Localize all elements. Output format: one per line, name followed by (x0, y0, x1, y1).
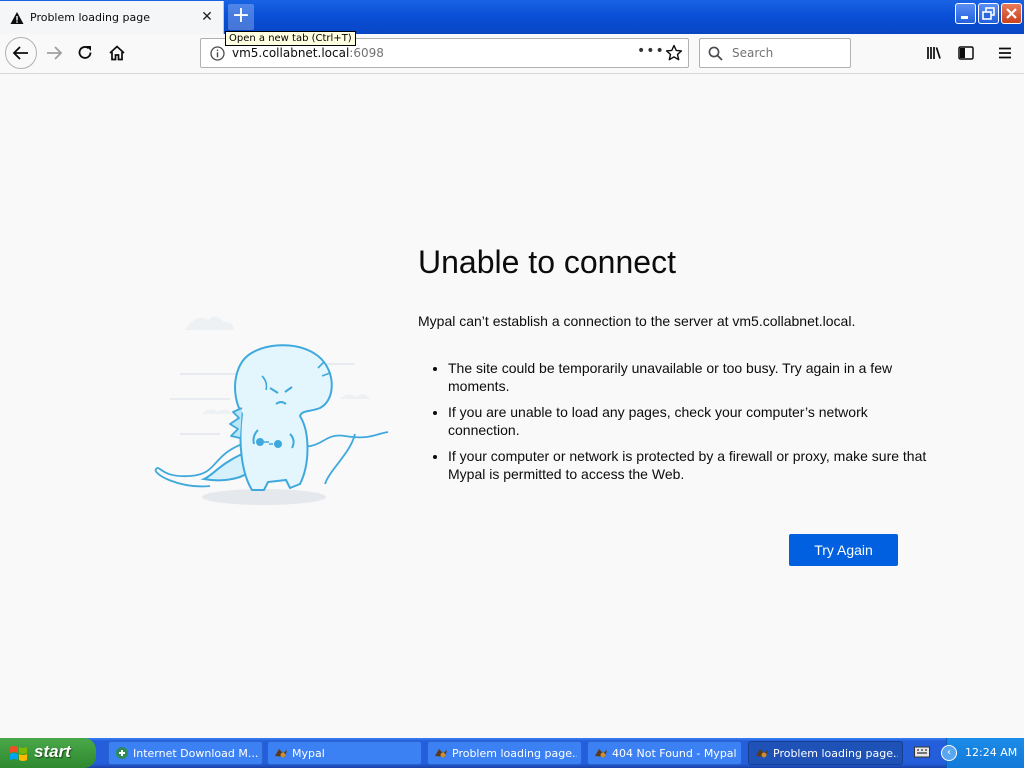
search-bar[interactable] (699, 38, 851, 68)
try-again-button[interactable]: Try Again (789, 534, 898, 566)
error-description: Mypal can’t establish a connection to th… (418, 313, 856, 329)
clock: 12:24 AM (965, 746, 1018, 759)
search-icon (708, 46, 723, 61)
close-window-button[interactable] (1001, 3, 1022, 24)
mypal-icon (435, 749, 447, 758)
restore-icon (982, 7, 995, 20)
taskbar: start Internet Download M... Mypal Probl… (0, 738, 1024, 768)
mypal-icon (595, 749, 607, 758)
taskbar-item-label: Problem loading page... (452, 747, 577, 760)
library-button[interactable] (920, 39, 948, 67)
taskbar-item-label: 404 Not Found - Mypal (612, 747, 737, 760)
restore-window-button[interactable] (978, 3, 999, 24)
taskbar-item-problem-loading[interactable]: Problem loading page... (427, 741, 582, 765)
taskbar-item-mypal[interactable]: Mypal (267, 741, 422, 765)
error-title: Unable to connect (418, 244, 676, 280)
url-host: vm5.collabnet.local (232, 46, 350, 60)
taskbar-item-problem-loading-active[interactable]: Problem loading page... (748, 741, 903, 765)
keyboard-icon[interactable] (914, 746, 930, 758)
back-button[interactable] (5, 37, 37, 69)
library-icon (927, 47, 941, 59)
taskbar-item-label: Internet Download M... (133, 747, 258, 760)
url-port: :6098 (349, 46, 384, 60)
tab-strip: Problem loading page ✕ + (0, 0, 1024, 34)
home-icon (109, 45, 125, 61)
tab-title: Problem loading page (30, 11, 150, 24)
suggestion-item: The site could be temporarily unavailabl… (448, 359, 938, 395)
taskbar-item-label: Problem loading page... (773, 747, 898, 760)
menu-button[interactable] (991, 39, 1019, 67)
taskbar-item-404[interactable]: 404 Not Found - Mypal (587, 741, 742, 765)
idm-icon (116, 747, 128, 759)
dinosaur-illustration (154, 316, 389, 505)
windows-logo-icon (10, 746, 27, 761)
back-arrow-icon (12, 46, 28, 60)
new-tab-button[interactable]: + (228, 4, 254, 30)
hamburger-menu-icon (999, 47, 1011, 59)
error-page: Unable to connect Mypal can’t establish … (0, 74, 1024, 738)
home-button[interactable] (103, 39, 131, 67)
page-actions-icon[interactable]: ••• (637, 43, 665, 59)
error-suggestions-list: The site could be temporarily unavailabl… (418, 359, 938, 491)
start-button[interactable]: start (0, 738, 96, 768)
close-icon (1006, 8, 1017, 19)
sidebar-icon (958, 46, 974, 60)
suggestion-item: If your computer or network is protected… (448, 447, 938, 483)
sidebar-toggle-button[interactable] (952, 39, 980, 67)
reload-icon (78, 46, 92, 59)
taskbar-item-idm[interactable]: Internet Download M... (108, 741, 263, 765)
suggestion-item: If you are unable to load any pages, che… (448, 403, 938, 439)
url-text[interactable]: vm5.collabnet.local:6098 (232, 46, 384, 60)
minimize-icon (961, 16, 968, 19)
forward-arrow-icon (47, 46, 63, 60)
close-tab-icon[interactable]: ✕ (199, 9, 215, 25)
warning-icon (10, 12, 24, 24)
mypal-icon (275, 749, 287, 758)
forward-button[interactable] (40, 39, 68, 67)
start-label: start (34, 742, 71, 761)
tab-problem-loading[interactable]: Problem loading page ✕ (0, 1, 224, 34)
mypal-icon (756, 749, 768, 758)
reload-button[interactable] (71, 39, 99, 67)
search-input[interactable] (730, 45, 844, 61)
system-tray: ‹ 12:24 AM (941, 738, 1024, 768)
navigation-toolbar: vm5.collabnet.local:6098 ••• (0, 34, 1024, 74)
minimize-window-button[interactable] (955, 3, 976, 24)
show-hidden-icons-icon[interactable]: ‹ (941, 745, 957, 761)
taskbar-item-label: Mypal (292, 747, 325, 760)
bookmark-star-icon[interactable] (665, 44, 683, 62)
new-tab-tooltip: Open a new tab (Ctrl+T) (225, 31, 356, 46)
site-info-icon[interactable] (210, 46, 225, 61)
